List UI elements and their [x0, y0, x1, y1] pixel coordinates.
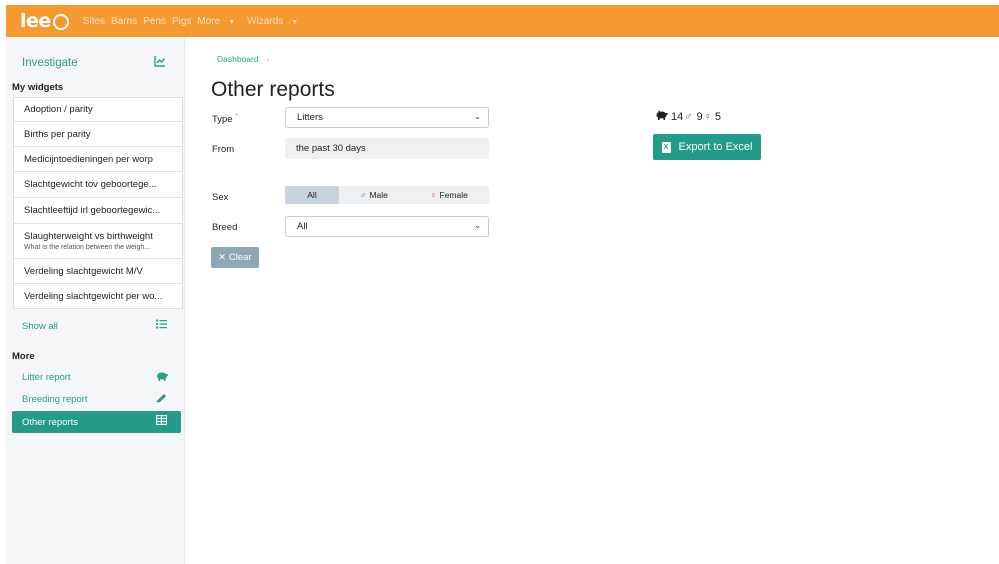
pig-icon	[655, 110, 668, 123]
male-symbol-icon: ♂	[684, 110, 693, 123]
widget-item[interactable]: Slaughterweight vs birthweight What is th…	[14, 224, 182, 259]
clear-label: Clear	[228, 252, 252, 263]
widget-label: Slachtgewicht tov geboortege...	[24, 179, 157, 190]
breadcrumb: Dashboard ›	[217, 54, 269, 64]
widget-label: Medicijntoedieningen per worp	[24, 153, 153, 165]
close-icon: ✕	[218, 252, 226, 262]
table-icon	[155, 414, 168, 428]
male-count: 9	[696, 110, 703, 123]
from-label: From	[212, 144, 235, 155]
nav-sites[interactable]: Sites	[83, 16, 105, 27]
sex-option-male[interactable]: ♂ Male	[339, 186, 409, 204]
widget-description: What is the relation between the weigh..…	[24, 244, 151, 251]
sidebar-item-label: Other reports	[22, 416, 78, 428]
line-chart-icon	[154, 55, 166, 70]
from-value: the past 30 days	[296, 143, 366, 154]
leeo-logo[interactable]: lee	[20, 10, 69, 32]
breed-label: Breed	[212, 222, 238, 233]
nav-pens[interactable]: Pens	[143, 16, 166, 27]
syringe-icon	[156, 393, 167, 406]
widget-label: Births per parity	[24, 128, 91, 140]
sidebar: Investigate My widgets Adoption / parity…	[6, 37, 185, 564]
nav-wizards-dropdown[interactable]: Wizards ▼	[247, 16, 304, 27]
widget-label: Adoption / parity	[24, 104, 93, 115]
more-title: More	[12, 351, 35, 362]
chevron-right-icon: ›	[266, 54, 270, 64]
widget-item[interactable]: Verdeling slachtgewicht per wo...	[14, 284, 182, 308]
widget-item[interactable]: Verdeling slachtgewicht M/V	[14, 259, 182, 284]
sex-option-female[interactable]: ♀ Female	[409, 186, 489, 204]
widget-label: Slaughterweight vs birthweight	[24, 231, 153, 242]
chevron-down-icon: ⌄	[474, 112, 481, 121]
nav-more-label: More	[197, 15, 221, 27]
total-count: 14	[671, 110, 684, 123]
main-nav: Sites Barns Pens Pigs More ▼ Wizards ▼	[83, 16, 310, 27]
sidebar-heading-investigate[interactable]: Investigate	[22, 57, 78, 69]
export-label: Export to Excel	[678, 141, 753, 153]
sex-segmented-control: All ♂ Male ♀ Female	[285, 186, 489, 204]
sex-option-female-label: Female	[439, 190, 468, 200]
female-symbol-icon: ♀	[703, 110, 712, 123]
required-marker: *	[235, 113, 238, 120]
breadcrumb-dashboard[interactable]: Dashboard	[217, 54, 259, 64]
widget-item[interactable]: Medicijntoedieningen per worp	[14, 147, 182, 172]
chevron-down-icon: ⌄	[474, 221, 481, 230]
widget-item[interactable]: Births per parity	[14, 122, 182, 147]
type-select[interactable]: Litters ⌄	[285, 107, 489, 128]
top-navbar: lee Sites Barns Pens Pigs More ▼ Wizards ▼	[6, 5, 999, 37]
nav-wizards-label: Wizards	[247, 15, 284, 27]
sidebar-item-litter-report[interactable]: Litter report	[22, 372, 71, 383]
chevron-down-icon: ▼	[291, 18, 299, 26]
female-symbol-icon: ♀	[430, 190, 437, 200]
litter-summary-counts: 14 ♂ 9 ♀ 5	[655, 110, 721, 123]
nav-barns[interactable]: Barns	[111, 16, 137, 27]
sex-option-male-label: Male	[369, 190, 388, 200]
breed-select-value: All	[297, 221, 308, 232]
clear-filters-button[interactable]: ✕ Clear	[211, 247, 259, 268]
sex-option-all[interactable]: All	[285, 186, 339, 204]
logo-ring-icon	[52, 14, 69, 30]
my-widgets-title: My widgets	[12, 82, 64, 93]
widget-item[interactable]: Adoption / parity	[14, 98, 182, 122]
widget-label: Slachtleeftijd irl geboortegewic...	[24, 205, 161, 216]
sidebar-item-other-reports[interactable]: Other reports	[12, 411, 181, 433]
from-date-range-field[interactable]: the past 30 days	[285, 138, 489, 159]
nav-pigs[interactable]: Pigs	[172, 16, 191, 27]
excel-file-icon: X	[661, 141, 671, 153]
type-label-text: Type	[212, 114, 233, 126]
show-all-link[interactable]: Show all	[22, 321, 58, 332]
widget-label: Verdeling slachtgewicht per wo...	[24, 290, 163, 302]
female-count: 5	[714, 110, 721, 123]
page-title: Other reports	[211, 78, 335, 101]
widget-item[interactable]: Slachtgewicht tov geboortege...	[14, 172, 182, 198]
sex-label: Sex	[212, 192, 229, 203]
breed-select[interactable]: All ⌄	[285, 216, 489, 237]
widget-item[interactable]: Slachtleeftijd irl geboortegewic...	[14, 198, 182, 224]
logo-text: lee	[20, 10, 51, 32]
pig-icon	[156, 371, 168, 384]
type-select-value: Litters	[297, 112, 323, 123]
chevron-down-icon: ▼	[228, 18, 236, 26]
male-symbol-icon: ♂	[360, 190, 367, 200]
widget-label: Verdeling slachtgewicht M/V	[24, 265, 143, 277]
list-icon	[156, 319, 167, 332]
sidebar-item-breeding-report[interactable]: Breeding report	[22, 394, 87, 405]
widget-list: Adoption / parity Births per parity Medi…	[13, 97, 183, 309]
export-to-excel-button[interactable]: X Export to Excel	[653, 134, 761, 160]
nav-more-dropdown[interactable]: More ▼	[197, 16, 241, 27]
sex-option-all-label: All	[307, 190, 317, 200]
type-label: Type *	[212, 113, 238, 125]
